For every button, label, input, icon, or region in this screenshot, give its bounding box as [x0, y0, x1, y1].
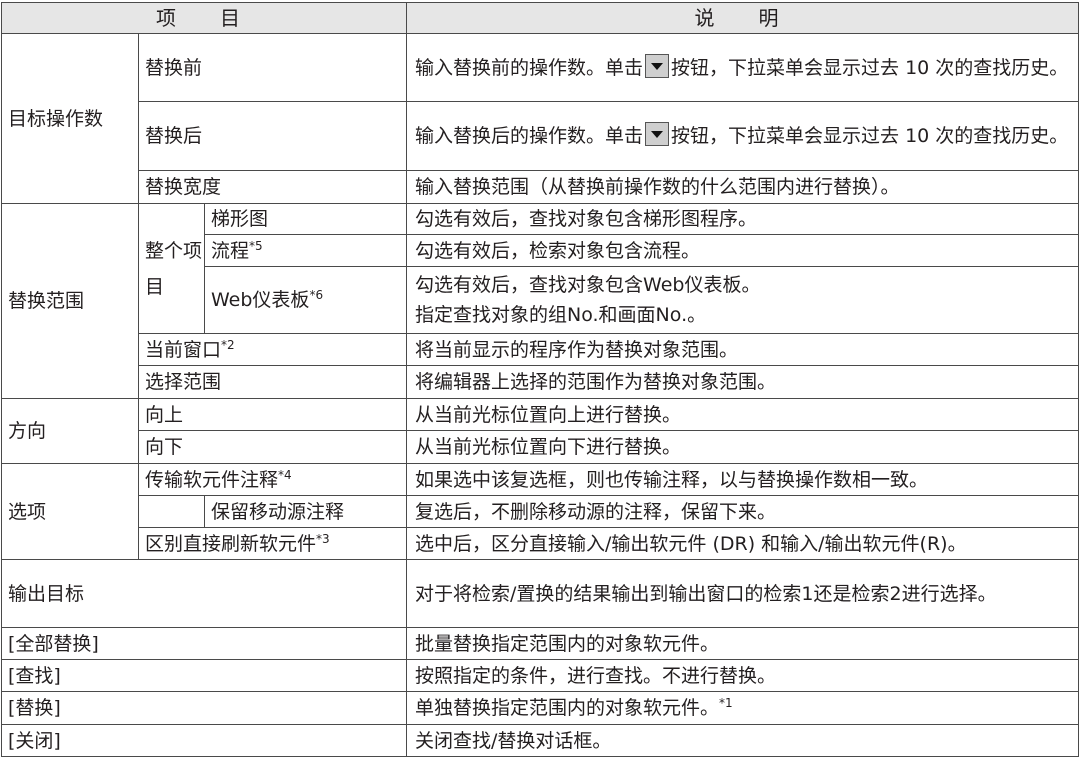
- item-transfer-comment: 传输软元件注释*4: [137, 463, 408, 496]
- replace-options-table: 项 目 说 明 目标操作数 替换前 输入替换前的操作数。单击 按钮，下拉菜单会显示…: [0, 2, 1080, 757]
- desc-direction-down: 从当前光标位置向下进行替换。: [406, 430, 1080, 464]
- footnote-mark: *5: [249, 238, 263, 253]
- item-current-window: 当前窗口*2: [137, 333, 408, 366]
- item-replace-width: 替换宽度: [137, 170, 408, 204]
- item-ladder: 梯形图: [203, 203, 408, 235]
- footnote-mark: *6: [309, 288, 324, 302]
- item-replace-after: 替换后: [137, 101, 408, 171]
- dropdown-arrow-icon: [645, 53, 670, 78]
- footnote-mark: *2: [221, 337, 235, 352]
- row-label-target-operand: 目标操作数: [1, 33, 139, 204]
- row-label-close: [关闭]: [0, 724, 408, 757]
- item-replace-before: 替换前: [137, 33, 408, 102]
- footnote-mark: *1: [719, 696, 733, 710]
- row-label-output-target: 输出目标: [0, 559, 408, 628]
- desc-replace-before: 输入替换前的操作数。单击 按钮，下拉菜单会显示过去 10 次的查找历史。: [406, 33, 1080, 102]
- header-item: 项 目: [0, 2, 408, 34]
- item-flow: 流程*5: [203, 234, 408, 267]
- dropdown-arrow-icon: [645, 122, 670, 146]
- item-keep-source-comment: 保留移动源注释: [203, 495, 408, 528]
- item-distinguish-direct-refresh: 区别直接刷新软元件*3: [137, 527, 408, 560]
- indent-spacer: [138, 495, 205, 528]
- row-label-replace: [替换]: [0, 691, 408, 725]
- row-label-replace-all: [全部替换]: [0, 627, 408, 660]
- item-selection-range: 选择范围: [137, 365, 408, 399]
- row-label-direction: 方向: [1, 398, 139, 464]
- desc-keep-source-comment: 复选后，不删除移动源的注释，保留下来。: [406, 495, 1080, 528]
- desc-output-target: 对于将检索/置换的结果输出到输出窗口的检索1还是检索2进行选择。: [406, 559, 1080, 628]
- desc-replace-after: 输入替换后的操作数。单击 按钮，下拉菜单会显示过去 10 次的查找历史。: [406, 101, 1080, 171]
- desc-flow: 勾选有效后，检索对象包含流程。: [406, 234, 1080, 267]
- item-web-dashboard: Web仪表板*6: [203, 266, 408, 334]
- item-direction-down: 向下: [137, 430, 408, 464]
- footnote-mark: *3: [316, 531, 330, 546]
- desc-direction-up: 从当前光标位置向上进行替换。: [406, 398, 1080, 431]
- desc-close: 关闭查找/替换对话框。: [406, 724, 1080, 757]
- desc-web-dashboard: 勾选有效后，查找对象包含Web仪表板。 指定查找对象的组No.和画面No.。: [406, 266, 1080, 334]
- desc-selection-range: 将编辑器上选择的范围作为替换对象范围。: [406, 365, 1080, 399]
- desc-replace-all: 批量替换指定范围内的对象软元件。: [406, 627, 1080, 660]
- desc-transfer-comment: 如果选中该复选框，则也传输注释，以与替换操作数相一致。: [406, 463, 1080, 496]
- header-description: 说 明: [406, 2, 1080, 34]
- row-label-options: 选项: [1, 463, 139, 560]
- row-label-find: [查找]: [0, 659, 408, 692]
- footnote-mark: *4: [278, 467, 292, 482]
- desc-ladder: 勾选有效后，查找对象包含梯形图程序。: [406, 203, 1080, 235]
- desc-replace: 单独替换指定范围内的对象软元件。*1: [406, 691, 1080, 725]
- row-label-replace-range: 替换范围: [1, 203, 139, 399]
- item-whole-project: 整个项目: [138, 203, 205, 334]
- desc-current-window: 将当前显示的程序作为替换对象范围。: [406, 333, 1080, 366]
- desc-find: 按照指定的条件，进行查找。不进行替换。: [406, 659, 1080, 692]
- desc-distinguish-direct-refresh: 选中后，区分直接输入/输出软元件 (DR) 和输入/输出软元件(R)。: [406, 527, 1080, 560]
- item-direction-up: 向上: [137, 398, 408, 431]
- desc-replace-width: 输入替换范围（从替换前操作数的什么范围内进行替换）。: [406, 170, 1080, 204]
